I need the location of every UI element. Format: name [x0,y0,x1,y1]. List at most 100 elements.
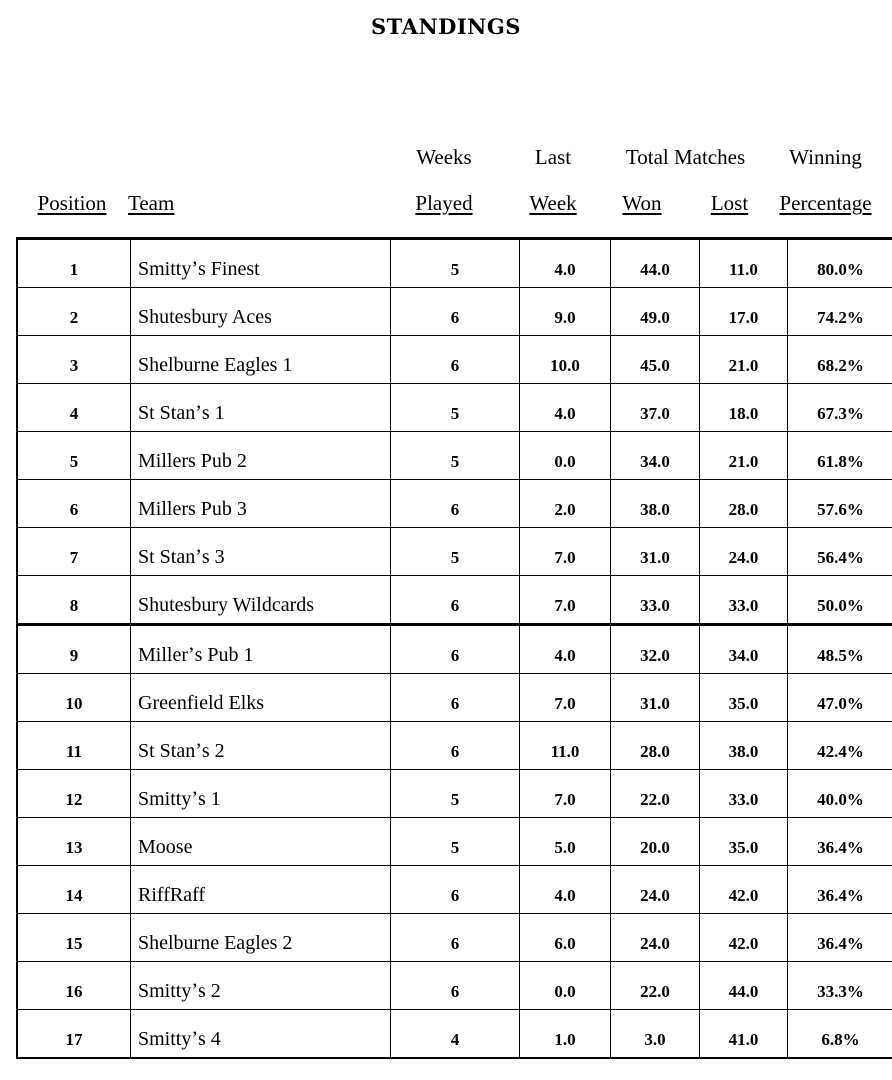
cell-team: Smittyʼs 4 [130,1009,391,1059]
cell-last-week-text: 4.0 [554,885,576,905]
cell-matches-lost: 42.0 [699,865,788,914]
cell-position: 11 [16,721,131,770]
cell-winning-percentage-text: 6.8% [821,1029,860,1049]
cell-last-week: 7.0 [519,769,611,818]
cell-winning-percentage-text: 50.0% [817,595,864,615]
cell-position-text: 14 [65,885,83,905]
cell-winning-percentage-text: 56.4% [817,547,864,567]
header-last: Last [534,145,572,169]
cell-winning-percentage-text: 36.4% [817,933,864,953]
cell-last-week-text: 11.0 [550,741,580,761]
cell-matches-won-text: 37.0 [640,403,670,423]
cell-position-text: 3 [69,355,79,375]
cell-weeks-played-text: 6 [450,595,460,615]
cell-matches-won: 28.0 [610,721,700,770]
cell-winning-percentage: 48.5% [787,624,892,674]
cell-position: 6 [16,479,131,528]
cell-position: 13 [16,817,131,866]
cell-position: 10 [16,673,131,722]
cell-weeks-played-text: 6 [450,741,460,761]
cell-winning-percentage-text: 33.3% [817,981,864,1001]
cell-last-week: 0.0 [519,431,611,480]
table-row: 2 Shutesbury Aces 6 9.0 49.0 17.0 74.2% [16,287,892,336]
cell-winning-percentage-text: 74.2% [817,307,864,327]
cell-winning-percentage: 61.8% [787,431,892,480]
cell-team: Shutesbury Wildcards [130,575,391,626]
cell-last-week-text: 6.0 [554,933,576,953]
cell-team: Moose [130,817,391,866]
cell-weeks-played: 6 [390,624,520,674]
cell-last-week-text: 0.0 [554,981,576,1001]
cell-matches-won: 31.0 [610,527,700,576]
cell-position-text: 2 [69,307,79,327]
cell-position-text: 6 [69,499,79,519]
cell-matches-lost: 42.0 [699,913,788,962]
cell-weeks-played-text: 6 [450,981,460,1001]
table-row: 10 Greenfield Elks 6 7.0 31.0 35.0 47.0% [16,673,892,722]
cell-matches-lost-text: 42.0 [728,885,759,905]
cell-position: 17 [16,1009,131,1059]
header-played: Played [415,191,473,215]
cell-position-text: 13 [65,837,83,857]
cell-team: Millers Pub 2 [130,431,391,480]
cell-position: 14 [16,865,131,914]
cell-team-text: St Stanʼs 1 [138,402,225,424]
cell-matches-lost: 34.0 [699,624,788,674]
cell-matches-lost-text: 33.0 [728,595,759,615]
cell-last-week-text: 1.0 [554,1029,576,1049]
cell-weeks-played-text: 6 [450,693,460,713]
cell-matches-lost: 41.0 [699,1009,788,1059]
cell-last-week-text: 7.0 [554,595,576,615]
cell-position: 2 [16,287,131,336]
table-row: 14 RiffRaff 6 4.0 24.0 42.0 36.4% [16,865,892,914]
cell-team-text: Millerʼs Pub 1 [138,644,254,666]
cell-matches-lost: 44.0 [699,961,788,1010]
table-row: 5 Millers Pub 2 5 0.0 34.0 21.0 61.8% [16,431,892,480]
cell-matches-won: 20.0 [610,817,700,866]
cell-matches-lost: 28.0 [699,479,788,528]
cell-winning-percentage: 50.0% [787,575,892,626]
cell-team: RiffRaff [130,865,391,914]
cell-last-week: 2.0 [519,479,611,528]
cell-weeks-played-text: 5 [450,403,460,423]
cell-matches-won: 37.0 [610,383,700,432]
cell-weeks-played: 6 [390,721,520,770]
cell-matches-lost-text: 28.0 [728,499,759,519]
cell-winning-percentage: 36.4% [787,913,892,962]
cell-last-week: 4.0 [519,624,611,674]
cell-position: 3 [16,335,131,384]
cell-weeks-played: 6 [390,287,520,336]
cell-last-week-text: 7.0 [554,547,576,567]
cell-position-text: 8 [69,595,79,615]
page-title: STANDINGS [371,14,521,39]
header-team: Team [128,191,175,215]
cell-weeks-played: 6 [390,335,520,384]
cell-team-text: Smittyʼs 4 [138,1028,221,1050]
cell-winning-percentage: 74.2% [787,287,892,336]
cell-matches-lost: 35.0 [699,673,788,722]
cell-weeks-played-text: 6 [450,307,460,327]
cell-position-text: 16 [65,981,83,1001]
cell-matches-won-text: 49.0 [640,307,670,327]
cell-position-text: 11 [65,741,83,761]
cell-winning-percentage: 67.3% [787,383,892,432]
cell-team-text: Shutesbury Wildcards [138,594,315,616]
cell-last-week: 5.0 [519,817,611,866]
cell-last-week: 4.0 [519,237,611,288]
cell-weeks-played-text: 5 [450,837,460,857]
cell-matches-won: 3.0 [610,1009,700,1059]
cell-matches-won-text: 44.0 [640,259,670,279]
cell-matches-lost: 17.0 [699,287,788,336]
cell-last-week: 11.0 [519,721,611,770]
cell-team: St Stanʼs 1 [130,383,391,432]
table-row: 15 Shelburne Eagles 2 6 6.0 24.0 42.0 36.4% [16,913,892,962]
cell-winning-percentage-text: 36.4% [817,837,864,857]
cell-matches-won-text: 28.0 [640,741,670,761]
cell-matches-lost: 38.0 [699,721,788,770]
cell-winning-percentage: 42.4% [787,721,892,770]
cell-last-week: 7.0 [519,575,611,626]
cell-team: Millers Pub 3 [130,479,391,528]
cell-weeks-played-text: 6 [450,499,460,519]
cell-weeks-played: 6 [390,673,520,722]
cell-winning-percentage-text: 67.3% [817,403,864,423]
